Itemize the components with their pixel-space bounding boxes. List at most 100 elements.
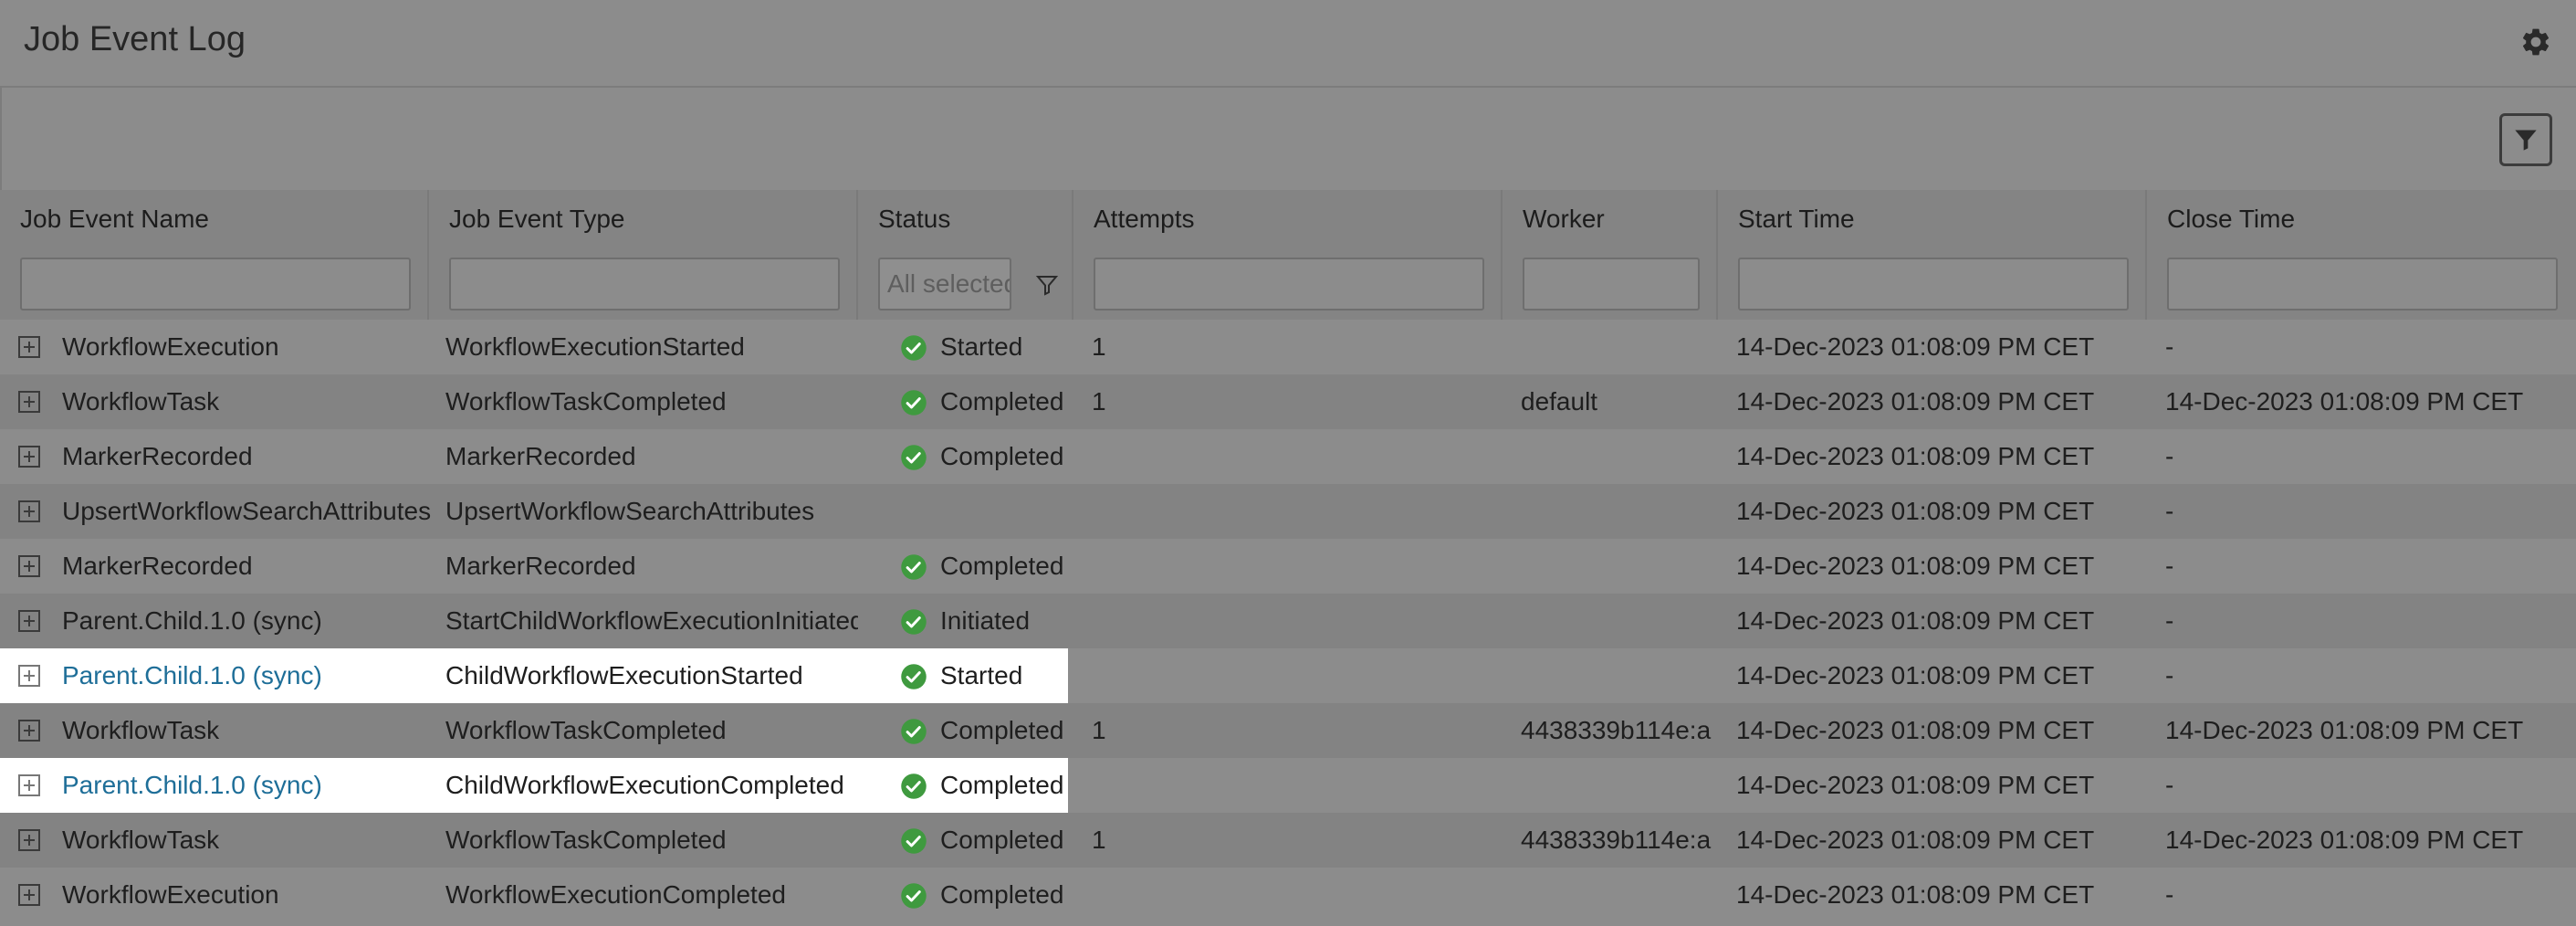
- expand-icon[interactable]: [18, 829, 40, 851]
- status-label: Completed: [940, 387, 1064, 416]
- expand-icon[interactable]: [18, 720, 40, 742]
- cell-worker: [1521, 484, 1718, 539]
- filter-icon[interactable]: [1035, 274, 1059, 296]
- cell-name[interactable]: Parent.Child.1.0 (sync): [62, 648, 431, 703]
- check-circle-icon: [900, 663, 927, 690]
- attempts-filter-input[interactable]: [1094, 258, 1484, 310]
- check-circle-icon: [900, 827, 927, 855]
- cell-name: WorkflowExecution: [62, 880, 279, 909]
- cell-name: MarkerRecorded: [62, 552, 253, 580]
- check-circle-icon: [900, 608, 927, 636]
- name-filter-input[interactable]: [20, 258, 411, 310]
- table-row[interactable]: MarkerRecorded MarkerRecorded 14-Dec-2023 …: [0, 539, 2576, 594]
- cell-worker: [1521, 320, 1718, 374]
- check-circle-icon: [900, 718, 927, 745]
- table-row[interactable]: WorkflowTask WorkflowTaskCompleted 1 443833…: [0, 813, 2576, 868]
- column-header-attempts[interactable]: Attempts: [1073, 190, 1503, 320]
- check-circle-icon: [900, 389, 927, 416]
- status-filter-select[interactable]: All selected: [878, 258, 1011, 310]
- funnel-icon: [2515, 130, 2537, 151]
- cell-worker: [1521, 758, 1718, 813]
- cell-start: 14-Dec-2023 01:08:09 PM CET: [1736, 552, 2095, 580]
- cell-type: StartChildWorkflowExecutionInitiated: [445, 606, 858, 635]
- column-header-worker[interactable]: Worker: [1503, 190, 1718, 320]
- cell-start: 14-Dec-2023 01:08:09 PM CET: [1736, 387, 2095, 416]
- cell-name: WorkflowTask: [62, 716, 220, 744]
- column-label: Worker: [1523, 205, 1605, 233]
- expand-icon[interactable]: [18, 774, 40, 796]
- cell-start: 14-Dec-2023 01:08:09 PM CET: [1736, 661, 2095, 689]
- status-label: Completed: [940, 442, 1064, 470]
- table-row[interactable]: WorkflowExecution WorkflowExecutionStarte…: [0, 320, 2576, 374]
- cell-type: WorkflowTaskCompleted: [445, 826, 727, 854]
- cell-start: 14-Dec-2023 01:08:09 PM CET: [1736, 826, 2095, 854]
- expand-icon[interactable]: [18, 555, 40, 577]
- cell-close: -: [2165, 771, 2174, 799]
- column-header-type[interactable]: Job Event Type: [429, 190, 858, 320]
- cell-name: WorkflowTask: [62, 826, 220, 854]
- table-row[interactable]: UpsertWorkflowSearchAttributes UpsertWork…: [0, 484, 2576, 539]
- cell-type: MarkerRecorded: [445, 552, 636, 580]
- cell-worker: 4438339b114e:a: [1521, 716, 1712, 744]
- expand-icon[interactable]: [18, 391, 40, 413]
- status-label: Completed: [940, 716, 1064, 744]
- cell-name: WorkflowTask: [62, 387, 220, 416]
- status-label: Started: [940, 332, 1023, 361]
- column-header-name[interactable]: Job Event Name: [0, 190, 429, 320]
- column-header-close-time[interactable]: Close Time: [2147, 190, 2576, 320]
- cell-attempts: 1: [1092, 387, 1106, 416]
- column-label: Close Time: [2167, 205, 2296, 233]
- cell-close: -: [2165, 661, 2174, 689]
- check-circle-icon: [900, 334, 927, 362]
- cell-close: -: [2165, 880, 2174, 909]
- expand-icon[interactable]: [18, 500, 40, 522]
- worker-filter-input[interactable]: [1523, 258, 1700, 310]
- cell-type: WorkflowExecutionCompleted: [445, 880, 786, 909]
- expand-icon[interactable]: [18, 446, 40, 468]
- start-time-filter-input[interactable]: [1738, 258, 2129, 310]
- cell-attempts: 1: [1092, 332, 1106, 361]
- check-circle-icon: [900, 444, 927, 471]
- cell-worker: [1521, 539, 1718, 594]
- table-row[interactable]: MarkerRecorded MarkerRecorded 14-Dec-2023 …: [0, 429, 2576, 484]
- toolbar: [0, 88, 2576, 190]
- column-label: Start Time: [1738, 205, 1855, 233]
- status-label: Started: [940, 661, 1023, 689]
- event-table: Job Event Name Job Event Type Status All…: [0, 190, 2576, 922]
- cell-name: MarkerRecorded: [62, 442, 253, 470]
- expand-icon[interactable]: [18, 610, 40, 632]
- cell-worker: [1521, 429, 1718, 484]
- cell-close: -: [2165, 442, 2174, 470]
- cell-start: 14-Dec-2023 01:08:09 PM CET: [1736, 771, 2095, 799]
- cell-name[interactable]: Parent.Child.1.0 (sync): [62, 758, 431, 813]
- expand-icon[interactable]: [18, 665, 40, 687]
- status-label: Completed: [940, 880, 1064, 909]
- column-label: Job Event Type: [449, 205, 625, 233]
- gear-icon[interactable]: [2519, 26, 2552, 58]
- table-row[interactable]: Parent.Child.1.0 (sync) StartChildWorkflo…: [0, 594, 2576, 648]
- cell-start: 14-Dec-2023 01:08:09 PM CET: [1736, 497, 2095, 525]
- status-label: Completed: [940, 771, 1064, 799]
- status-label: Completed: [940, 552, 1064, 580]
- column-header-status[interactable]: Status All selected: [858, 190, 1073, 320]
- expand-icon[interactable]: [18, 884, 40, 906]
- close-time-filter-input[interactable]: [2167, 258, 2558, 310]
- table-row[interactable]: WorkflowExecution WorkflowExecutionComple…: [0, 868, 2576, 922]
- filter-button[interactable]: [2499, 113, 2552, 166]
- check-circle-icon: [900, 553, 927, 581]
- job-event-log-page: Job Event Log Job Event Name Job Event T…: [0, 0, 2576, 926]
- column-header-start-time[interactable]: Start Time: [1718, 190, 2147, 320]
- table-row[interactable]: Parent.Child.1.0 (sync) ChildWorkflowExec…: [0, 648, 2576, 703]
- type-filter-input[interactable]: [449, 258, 840, 310]
- expand-icon[interactable]: [18, 336, 40, 358]
- table-row[interactable]: WorkflowTask WorkflowTaskCompleted 1 defaul…: [0, 374, 2576, 429]
- table-row[interactable]: Parent.Child.1.0 (sync) ChildWorkflowExec…: [0, 758, 2576, 813]
- cell-attempts: [1092, 758, 1457, 813]
- cell-start: 14-Dec-2023 01:08:09 PM CET: [1736, 880, 2095, 909]
- cell-start: 14-Dec-2023 01:08:09 PM CET: [1736, 716, 2095, 744]
- cell-attempts: 1: [1092, 716, 1106, 744]
- cell-start: 14-Dec-2023 01:08:09 PM CET: [1736, 442, 2095, 470]
- cell-worker: [1521, 594, 1718, 648]
- table-row[interactable]: WorkflowTask WorkflowTaskCompleted 1 443833…: [0, 703, 2576, 758]
- cell-name: UpsertWorkflowSearchAttributes: [62, 497, 431, 525]
